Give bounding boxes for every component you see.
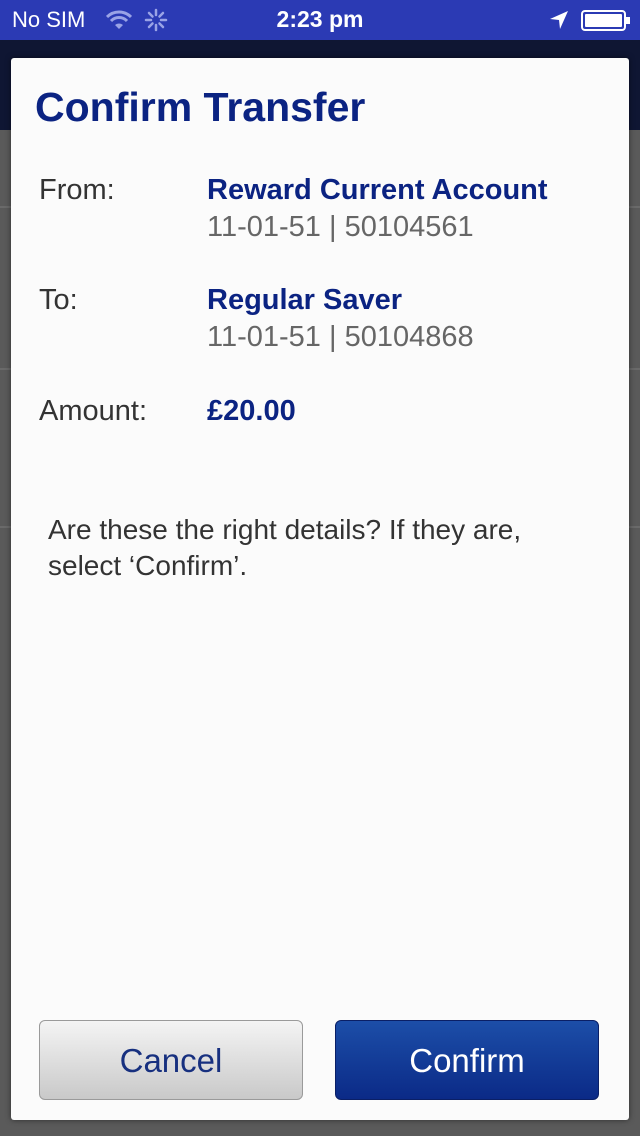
from-account-name: Reward Current Account [207, 174, 548, 206]
from-account-details: 11-01-51 | 50104561 [207, 211, 474, 243]
confirmation-prompt: Are these the right details? If they are… [48, 514, 522, 581]
location-icon [550, 11, 568, 29]
from-label: From: [39, 174, 115, 206]
status-bar: No SIM 2:23 pm [0, 0, 640, 40]
cancel-button[interactable]: Cancel [39, 1020, 303, 1100]
confirm-transfer-dialog: Confirm Transfer From: Reward Current Ac… [11, 58, 629, 1120]
dialog-title: Confirm Transfer [35, 84, 366, 130]
amount-label: Amount: [39, 395, 147, 427]
to-label: To: [39, 284, 78, 316]
to-account-details: 11-01-51 | 50104868 [207, 321, 474, 353]
battery-icon [581, 10, 630, 31]
clock: 2:23 pm [276, 6, 364, 32]
to-account-name: Regular Saver [207, 284, 403, 316]
amount-value: £20.00 [207, 395, 296, 427]
confirm-button[interactable]: Confirm [335, 1020, 599, 1100]
